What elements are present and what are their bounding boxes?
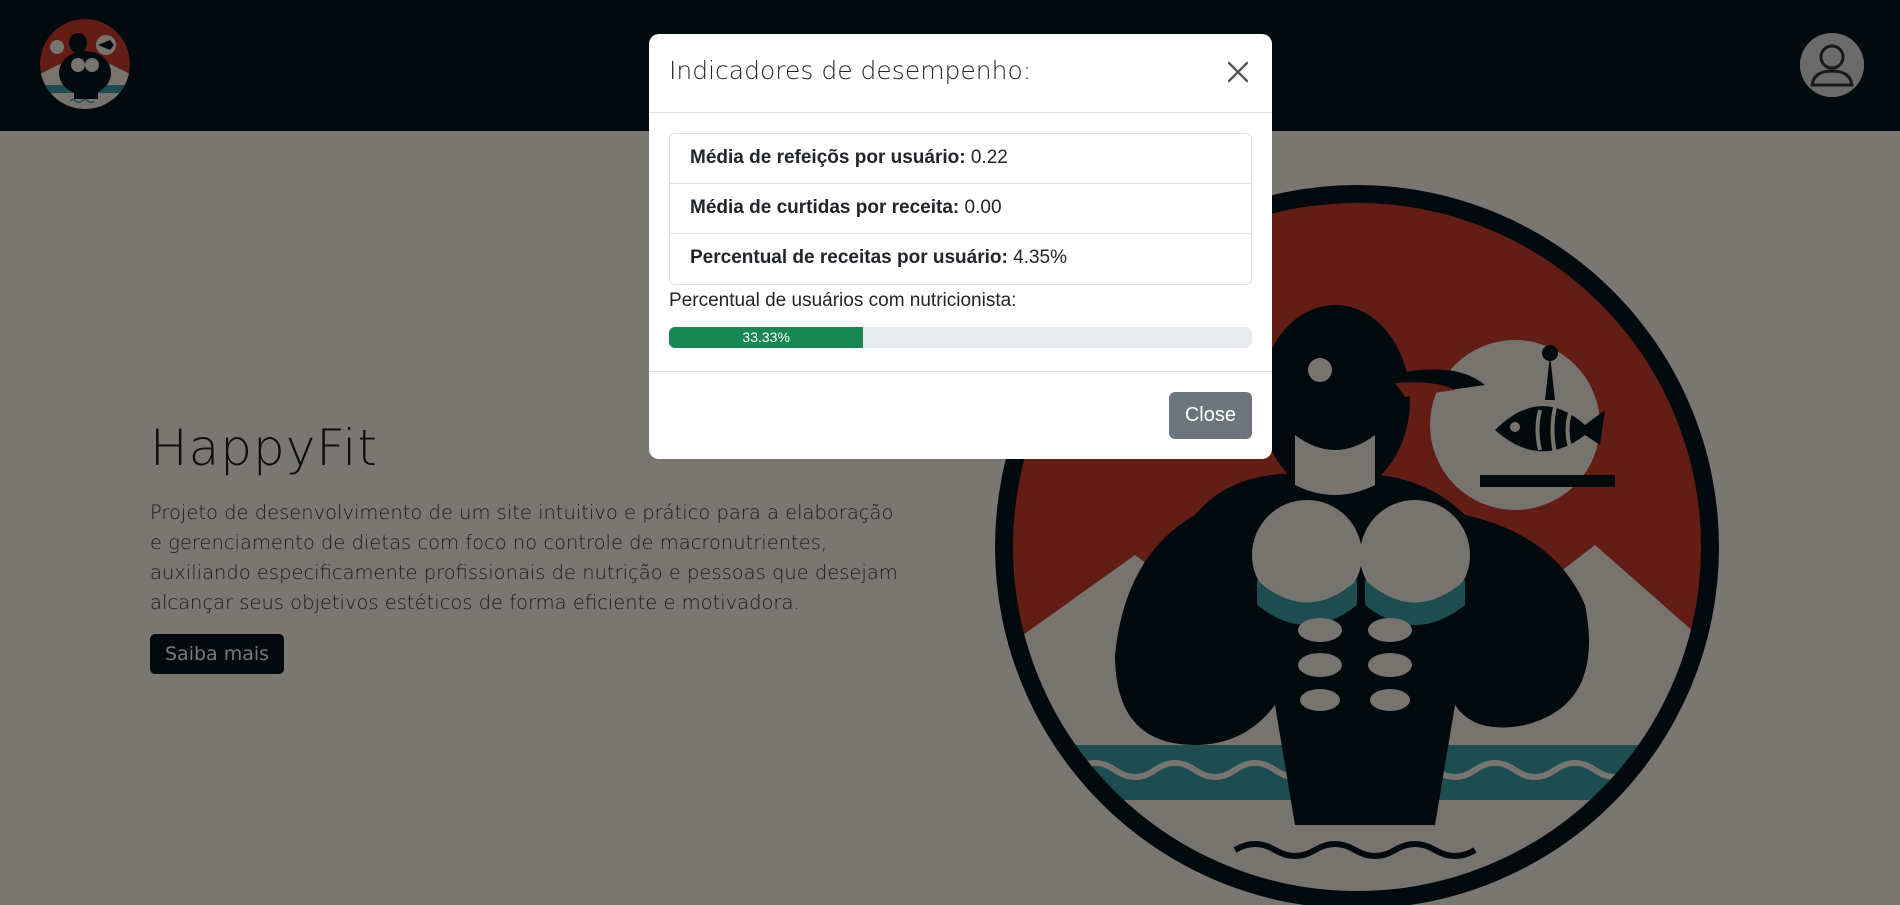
list-item: Média de refeiçõs por usuário: 0.22 xyxy=(670,134,1251,184)
modal-title: Indicadores de desempenho: xyxy=(669,56,1032,85)
close-icon[interactable] xyxy=(1222,56,1254,88)
stat-value: 4.35% xyxy=(1013,247,1067,268)
modal-footer: Close xyxy=(649,371,1272,459)
stat-value: 0.22 xyxy=(970,147,1008,168)
nutritionist-progress-bar: 33.33% xyxy=(669,327,1252,348)
stat-label: Percentual de receitas por usuário: xyxy=(690,247,1008,268)
stat-label: Média de curtidas por receita: xyxy=(690,197,960,218)
list-item: Percentual de receitas por usuário: 4.35… xyxy=(670,234,1251,284)
stats-list: Média de refeiçõs por usuário: 0.22 Médi… xyxy=(669,133,1252,285)
close-button[interactable]: Close xyxy=(1168,392,1252,439)
stat-value: 0.00 xyxy=(964,197,1002,218)
modal-body: Média de refeiçõs por usuário: 0.22 Médi… xyxy=(649,113,1272,348)
performance-indicators-modal: Indicadores de desempenho: Média de refe… xyxy=(649,34,1272,459)
list-item: Média de curtidas por receita: 0.00 xyxy=(670,184,1251,234)
modal-header: Indicadores de desempenho: xyxy=(649,34,1272,113)
progress-label: Percentual de usuários com nutricionista… xyxy=(669,290,1017,311)
progress-fill: 33.33% xyxy=(669,327,864,348)
stat-label: Média de refeiçõs por usuário: xyxy=(690,147,966,168)
